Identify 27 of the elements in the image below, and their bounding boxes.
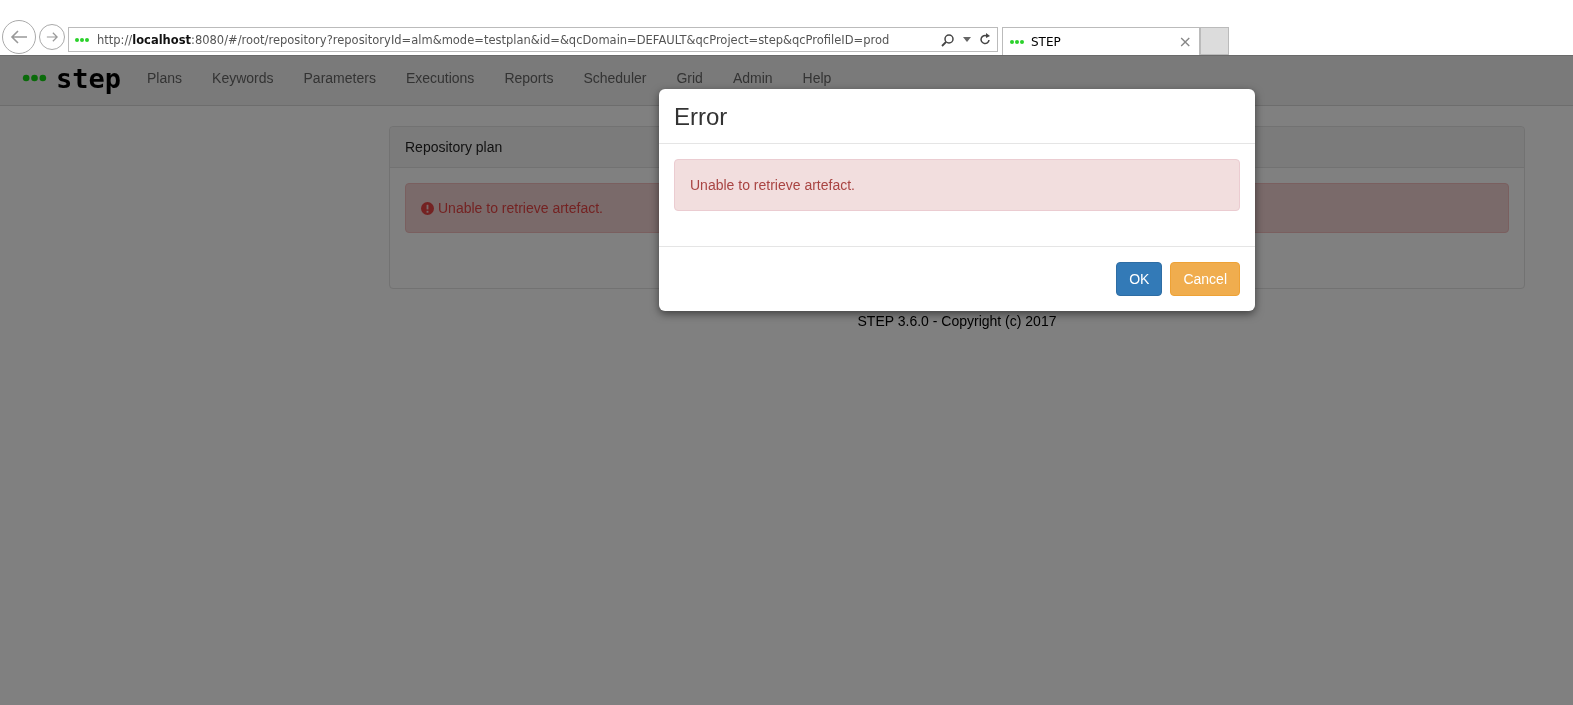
nav-link[interactable]: Scheduler xyxy=(568,68,662,88)
nav-link[interactable]: Plans xyxy=(132,68,198,88)
nav-link[interactable]: Grid xyxy=(661,68,718,88)
url-text: http://localhost:8080/#/root/repository?repositoryId=alm&mode=testplan&id=&qcDomain=DEFAULT&qcProject=step&qcProfileID=prod xyxy=(97,32,891,47)
nav-link[interactable]: Help xyxy=(787,68,847,88)
footer-text: STEP 3.6.0 - Copyright (c) 2017 xyxy=(856,313,1058,329)
cancel-button[interactable]: Cancel xyxy=(1170,262,1240,297)
nav-link[interactable]: Keywords xyxy=(197,68,289,88)
address-bar[interactable]: http://localhost:8080/#/root/repository?repositoryId=alm&mode=testplan&id=&qcDomain=DEFAULT&qcProject=step&qcProfileID=prod xyxy=(68,27,998,52)
close-icon[interactable]: × xyxy=(1178,32,1192,51)
search-icon[interactable] xyxy=(941,32,955,47)
alert-text: Unable to retrieve artefact. xyxy=(438,200,603,216)
logo-text: step xyxy=(56,64,122,92)
back-arrow-icon xyxy=(9,29,29,45)
nav-link[interactable]: Parameters xyxy=(288,68,391,88)
nav-link[interactable]: Reports xyxy=(489,68,569,88)
caret-icon[interactable] xyxy=(963,37,971,42)
dialog-title: Error xyxy=(659,89,1255,145)
nav-link[interactable]: Admin xyxy=(717,68,788,88)
nav-link[interactable]: Executions xyxy=(390,68,490,88)
ok-button[interactable]: OK xyxy=(1116,262,1163,297)
forward-arrow-icon xyxy=(46,31,58,43)
refresh-icon[interactable] xyxy=(979,33,991,46)
exclamation-icon xyxy=(421,201,434,215)
logo-dots-icon xyxy=(75,36,89,43)
error-message: Unable to retrieve artefact. xyxy=(674,159,1240,212)
logo-dots-icon xyxy=(1010,38,1024,45)
